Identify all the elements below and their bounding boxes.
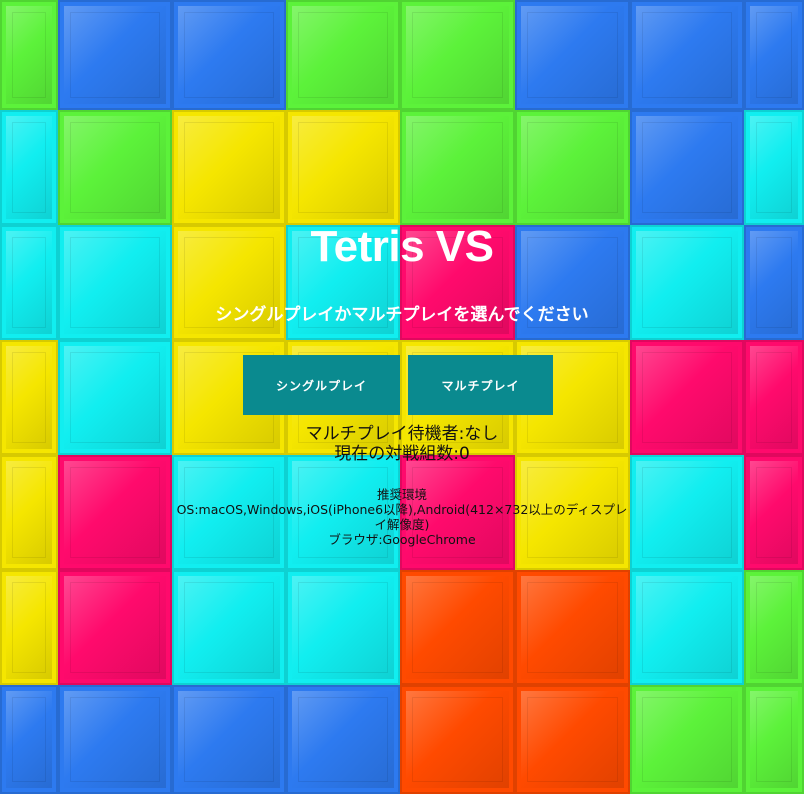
recommended-environment: 推奨環境 OS:macOS,Windows,iOS(iPhone6以降),And… <box>175 487 629 547</box>
page-title: Tetris VS <box>310 222 494 271</box>
environment-browser: ブラウザ:GoogleChrome <box>328 532 476 547</box>
environment-heading: 推奨環境 <box>376 487 427 502</box>
multi-play-button[interactable]: マルチプレイ <box>408 355 553 415</box>
environment-os: OS:macOS,Windows,iOS(iPhone6以降),Android(… <box>176 502 628 532</box>
single-play-button[interactable]: シングルプレイ <box>243 355 400 415</box>
mode-select-prompt: シングルプレイかマルチプレイを選んでください <box>215 305 589 325</box>
active-matches-status: 現在の対戦組数:0 <box>334 444 470 464</box>
main-panel: Tetris VS シングルプレイかマルチプレイを選んでください シングルプレイ… <box>0 0 804 794</box>
